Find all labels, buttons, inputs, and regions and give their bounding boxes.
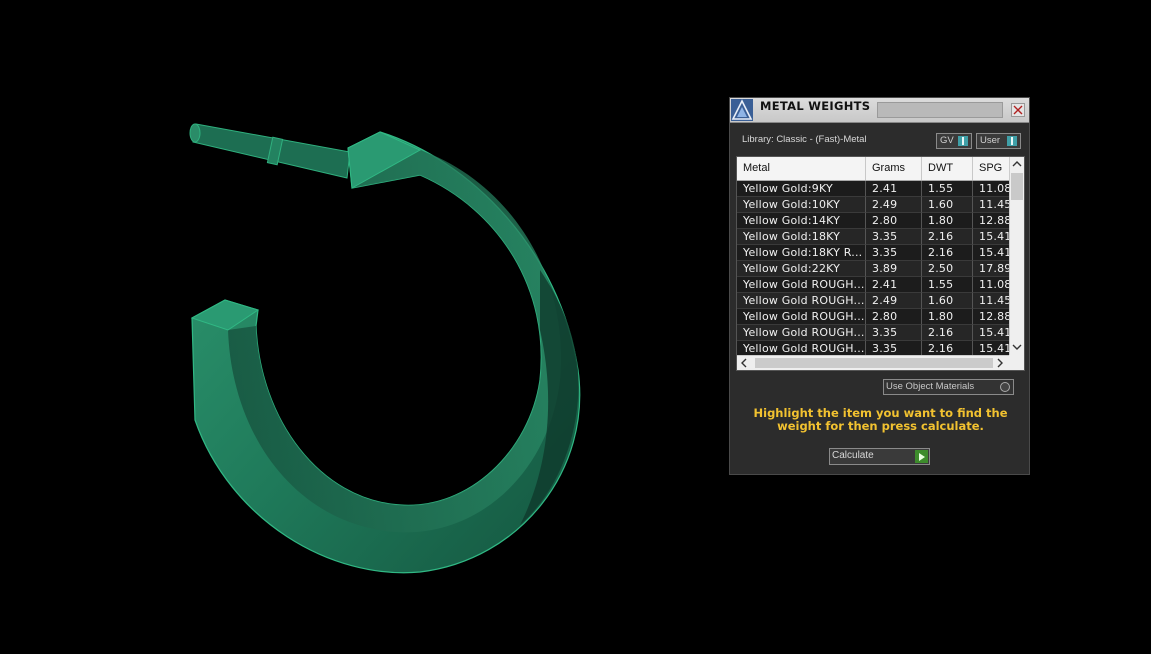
cell-dwt: 2.50 xyxy=(922,261,973,277)
cell-metal: Yellow Gold:14KY xyxy=(737,213,866,229)
cell-metal: Yellow Gold:22KY xyxy=(737,261,866,277)
radio-icon[interactable] xyxy=(1000,382,1010,392)
metal-weights-panel: METAL WEIGHTS Library: Classic - (Fast)-… xyxy=(729,97,1030,475)
cell-metal: Yellow Gold:18KY R... xyxy=(737,245,866,261)
cell-grams: 3.35 xyxy=(866,325,922,341)
cell-grams: 2.80 xyxy=(866,213,922,229)
cell-grams: 3.35 xyxy=(866,229,922,245)
toggle-switch-icon xyxy=(1007,136,1017,146)
table-row[interactable]: Yellow Gold:18KY 3.35 2.16 15.41 xyxy=(737,229,1013,245)
metal-table: Metal Grams DWT SPG Yellow Gold:9KY 2.41 1… xyxy=(736,156,1025,371)
panel-titlebar[interactable]: METAL WEIGHTS xyxy=(730,98,1029,123)
horizontal-scroll-thumb[interactable] xyxy=(755,358,993,368)
table-row[interactable]: Yellow Gold ROUGH... 2.80 1.80 12.88 xyxy=(737,309,1013,325)
gv-toggle-label: GV xyxy=(940,135,954,146)
table-body: Yellow Gold:9KY 2.41 1.55 11.08 Yellow Gold:… xyxy=(737,181,1013,357)
gv-toggle[interactable]: GV xyxy=(936,133,972,149)
cell-dwt: 1.55 xyxy=(922,277,973,293)
cell-spg: 15.41 xyxy=(973,229,1013,245)
close-icon xyxy=(1013,105,1023,115)
user-toggle[interactable]: User xyxy=(976,133,1021,149)
cell-metal: Yellow Gold ROUGH... xyxy=(737,293,866,309)
cell-grams: 2.41 xyxy=(866,277,922,293)
cell-grams: 2.49 xyxy=(866,197,922,213)
cell-dwt: 1.80 xyxy=(922,309,973,325)
vertical-scrollbar[interactable] xyxy=(1009,157,1024,355)
column-header-dwt[interactable]: DWT xyxy=(922,157,973,180)
scroll-down-icon[interactable] xyxy=(1010,340,1024,354)
table-row[interactable]: Yellow Gold:9KY 2.41 1.55 11.08 xyxy=(737,181,1013,197)
cell-metal: Yellow Gold:10KY xyxy=(737,197,866,213)
cell-spg: 12.88 xyxy=(973,309,1013,325)
cell-dwt: 2.16 xyxy=(922,325,973,341)
instructions-text: Highlight the item you want to find the … xyxy=(753,406,1008,433)
cell-dwt: 2.16 xyxy=(922,245,973,261)
scroll-right-icon[interactable] xyxy=(993,356,1007,370)
vertical-scroll-thumb[interactable] xyxy=(1011,173,1023,200)
cell-metal: Yellow Gold ROUGH... xyxy=(737,325,866,341)
earring-post-tip xyxy=(189,123,201,143)
cell-metal: Yellow Gold:18KY xyxy=(737,229,866,245)
cell-dwt: 1.55 xyxy=(922,181,973,197)
library-label: Library: Classic - (Fast)-Metal xyxy=(742,134,867,145)
column-header-metal[interactable]: Metal xyxy=(737,157,866,180)
scrollbar-corner xyxy=(1009,355,1024,370)
cell-spg: 15.41 xyxy=(973,245,1013,261)
cell-spg: 15.41 xyxy=(973,325,1013,341)
user-toggle-label: User xyxy=(980,135,1001,146)
horizontal-scrollbar[interactable] xyxy=(737,355,1009,370)
play-icon xyxy=(915,450,928,463)
scroll-left-icon[interactable] xyxy=(737,356,751,370)
table-row[interactable]: Yellow Gold:14KY 2.80 1.80 12.88 xyxy=(737,213,1013,229)
cell-spg: 11.45 xyxy=(973,293,1013,309)
cell-metal: Yellow Gold:9KY xyxy=(737,181,866,197)
table-row[interactable]: Yellow Gold ROUGH... 2.41 1.55 11.08 xyxy=(737,277,1013,293)
cell-spg: 11.45 xyxy=(973,197,1013,213)
cell-spg: 12.88 xyxy=(973,213,1013,229)
scroll-up-icon[interactable] xyxy=(1010,157,1024,171)
calculate-button[interactable]: Calculate xyxy=(829,448,930,465)
table-row[interactable]: Yellow Gold:18KY R... 3.35 2.16 15.41 xyxy=(737,245,1013,261)
table-row[interactable]: Yellow Gold:10KY 2.49 1.60 11.45 xyxy=(737,197,1013,213)
cell-grams: 2.80 xyxy=(866,309,922,325)
column-header-grams[interactable]: Grams xyxy=(866,157,922,180)
toggle-switch-icon xyxy=(958,136,968,146)
cell-grams: 2.49 xyxy=(866,293,922,309)
cell-metal: Yellow Gold ROUGH... xyxy=(737,309,866,325)
cell-grams: 3.35 xyxy=(866,245,922,261)
cell-metal: Yellow Gold ROUGH... xyxy=(737,277,866,293)
hoop-earring-model[interactable] xyxy=(189,123,581,574)
close-button[interactable] xyxy=(1011,103,1025,117)
cell-spg: 11.08 xyxy=(973,181,1013,197)
cell-dwt: 1.60 xyxy=(922,197,973,213)
use-object-materials-label: Use Object Materials xyxy=(886,381,975,392)
use-object-materials-option[interactable]: Use Object Materials xyxy=(883,379,1014,395)
cell-dwt: 2.16 xyxy=(922,229,973,245)
column-header-spg[interactable]: SPG xyxy=(973,157,1013,180)
table-row[interactable]: Yellow Gold ROUGH... 2.49 1.60 11.45 xyxy=(737,293,1013,309)
cell-grams: 3.89 xyxy=(866,261,922,277)
table-header: Metal Grams DWT SPG xyxy=(737,157,1009,181)
table-row[interactable]: Yellow Gold:22KY 3.89 2.50 17.89 xyxy=(737,261,1013,277)
app-logo-icon xyxy=(731,99,753,121)
titlebar-spacer xyxy=(877,102,1003,118)
calculate-label: Calculate xyxy=(832,450,874,461)
table-row[interactable]: Yellow Gold ROUGH... 3.35 2.16 15.41 xyxy=(737,325,1013,341)
cell-spg: 11.08 xyxy=(973,277,1013,293)
panel-title: METAL WEIGHTS xyxy=(760,99,871,113)
cell-grams: 2.41 xyxy=(866,181,922,197)
cell-dwt: 1.80 xyxy=(922,213,973,229)
cell-dwt: 1.60 xyxy=(922,293,973,309)
cell-spg: 17.89 xyxy=(973,261,1013,277)
